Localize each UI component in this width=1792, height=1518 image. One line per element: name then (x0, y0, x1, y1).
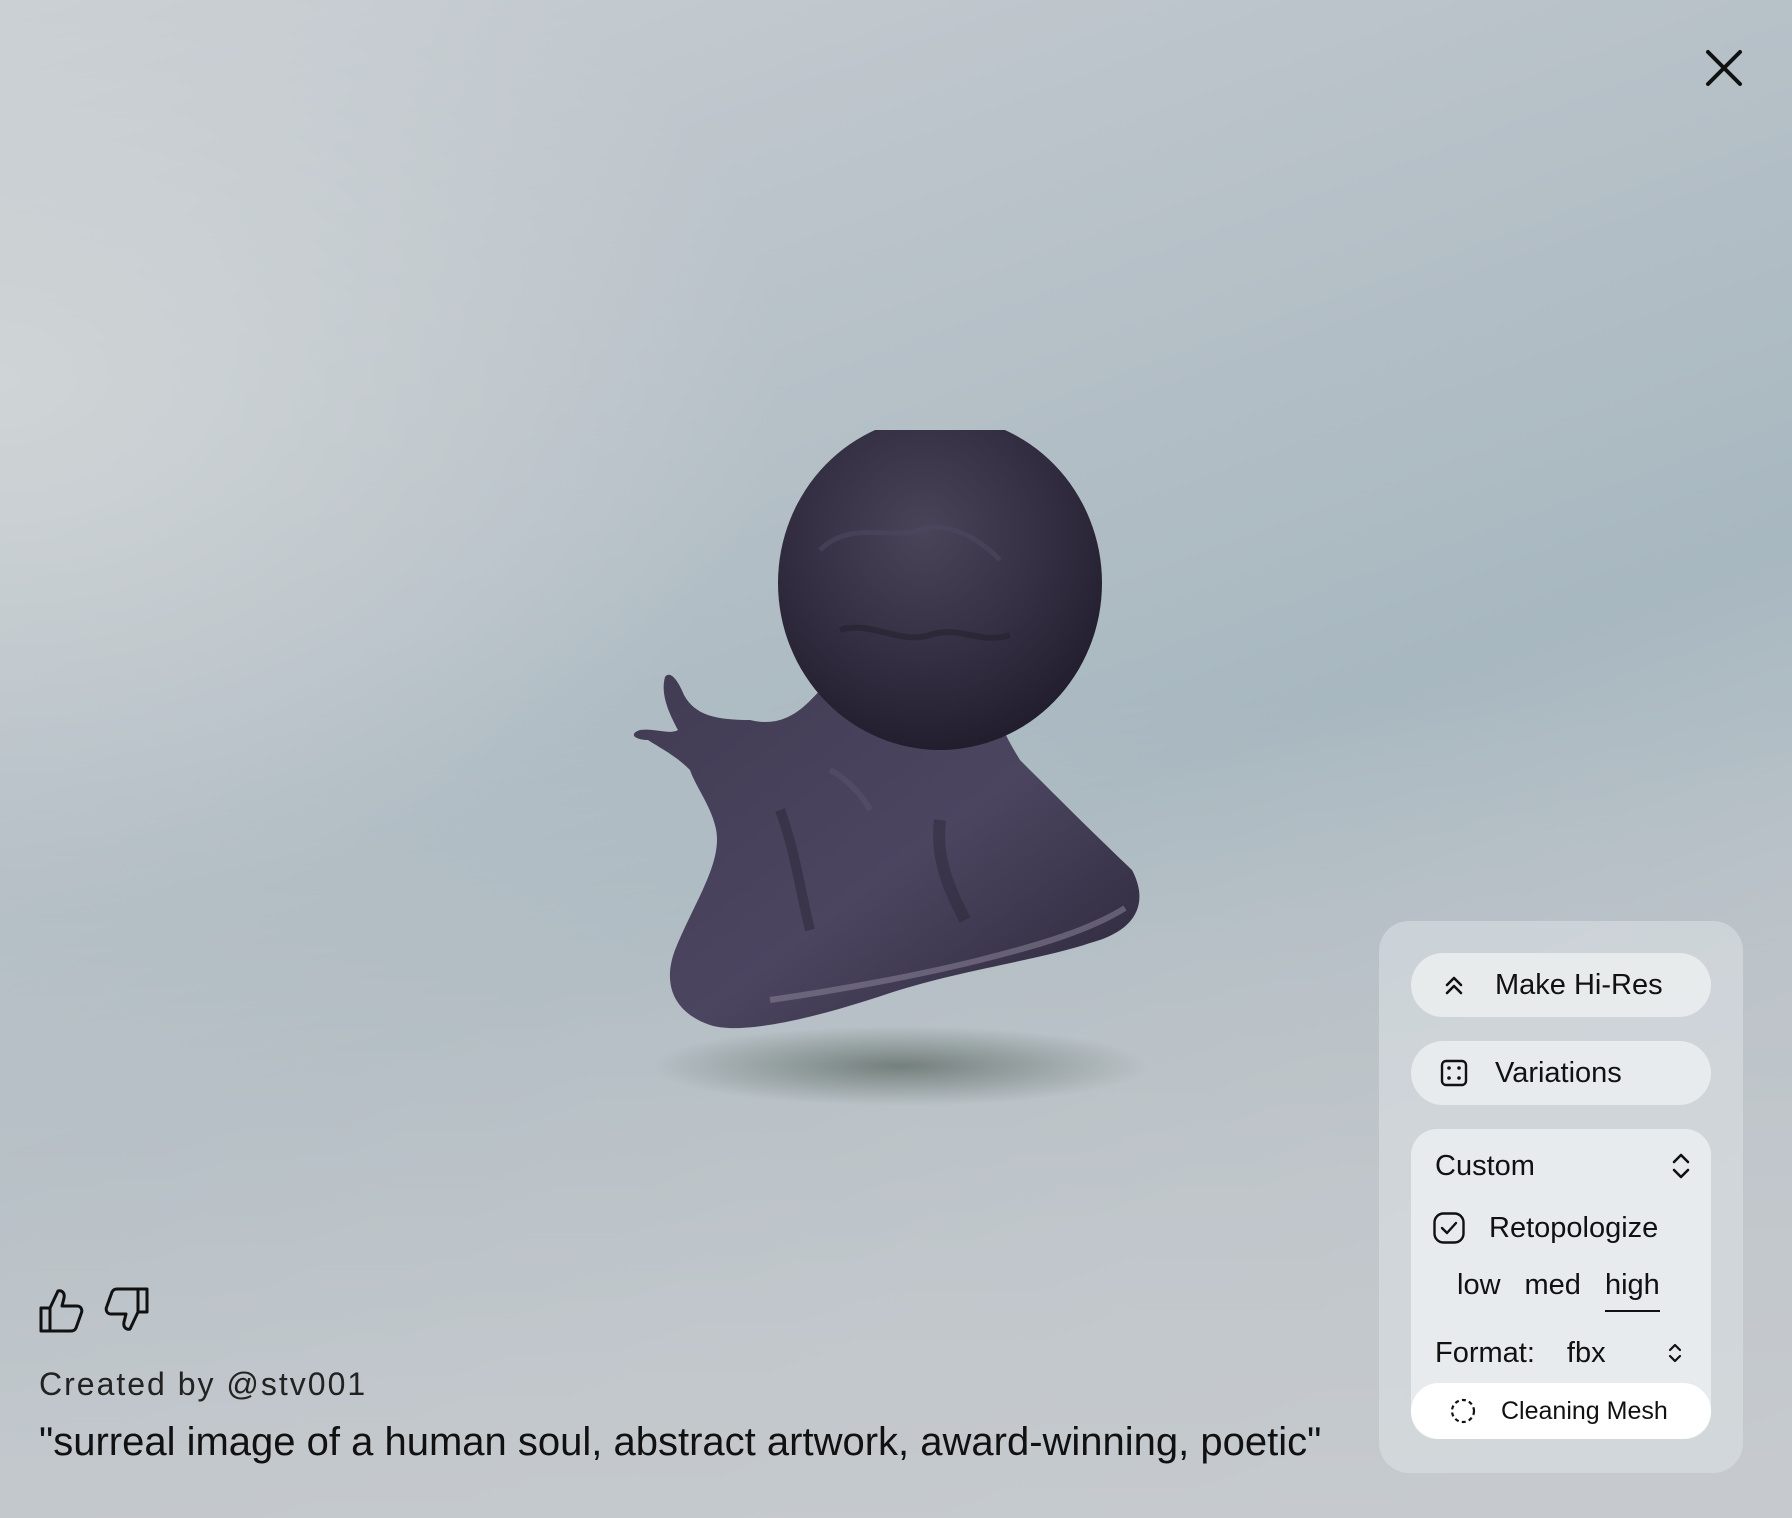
variations-label: Variations (1495, 1056, 1622, 1089)
quality-option-high[interactable]: high (1604, 1269, 1660, 1312)
custom-settings-box: Custom Retopologize low med high Format:… (1411, 1129, 1711, 1439)
dice-icon (1439, 1058, 1469, 1088)
quality-option-low[interactable]: low (1457, 1269, 1501, 1312)
model-viewer[interactable]: Created by @stv001 "surreal image of a h… (0, 0, 1792, 1518)
feedback-buttons (38, 1285, 150, 1335)
status-indicator: Cleaning Mesh (1411, 1383, 1711, 1439)
thumbs-up-icon (39, 1289, 84, 1333)
retopologize-toggle[interactable]: Retopologize (1433, 1205, 1658, 1251)
format-value[interactable]: fbx (1567, 1337, 1665, 1370)
thumbs-down-icon (104, 1287, 149, 1331)
loading-spinner-icon (1449, 1397, 1477, 1425)
3d-model[interactable] (620, 430, 1160, 1130)
like-button[interactable] (38, 1285, 84, 1335)
creator-credit: Created by @stv001 (39, 1366, 368, 1402)
prompt-text: "surreal image of a human soul, abstract… (39, 1420, 1322, 1464)
checkbox-checked-icon (1433, 1212, 1465, 1244)
close-button[interactable] (1700, 44, 1748, 92)
close-icon (1706, 50, 1742, 86)
quality-option-med[interactable]: med (1525, 1269, 1581, 1312)
format-chevron-icon[interactable] (1665, 1342, 1685, 1364)
export-panel: Make Hi-Res Variations Custom Retopologi… (1379, 921, 1743, 1473)
preset-label: Custom (1435, 1149, 1535, 1182)
format-select[interactable]: Format: fbx (1435, 1330, 1685, 1376)
format-label: Format: (1435, 1336, 1535, 1369)
status-label: Cleaning Mesh (1501, 1396, 1668, 1425)
chevron-up-down-icon (1672, 1153, 1690, 1179)
make-hi-res-button[interactable]: Make Hi-Res (1411, 953, 1711, 1017)
dislike-button[interactable] (104, 1285, 150, 1335)
make-hi-res-label: Make Hi-Res (1495, 968, 1663, 1001)
retopologize-label: Retopologize (1489, 1211, 1659, 1244)
quality-selector: low med high (1457, 1269, 1660, 1312)
variations-button[interactable]: Variations (1411, 1041, 1711, 1105)
chevrons-up-icon (1439, 970, 1469, 1000)
preset-select[interactable]: Custom (1435, 1143, 1691, 1189)
